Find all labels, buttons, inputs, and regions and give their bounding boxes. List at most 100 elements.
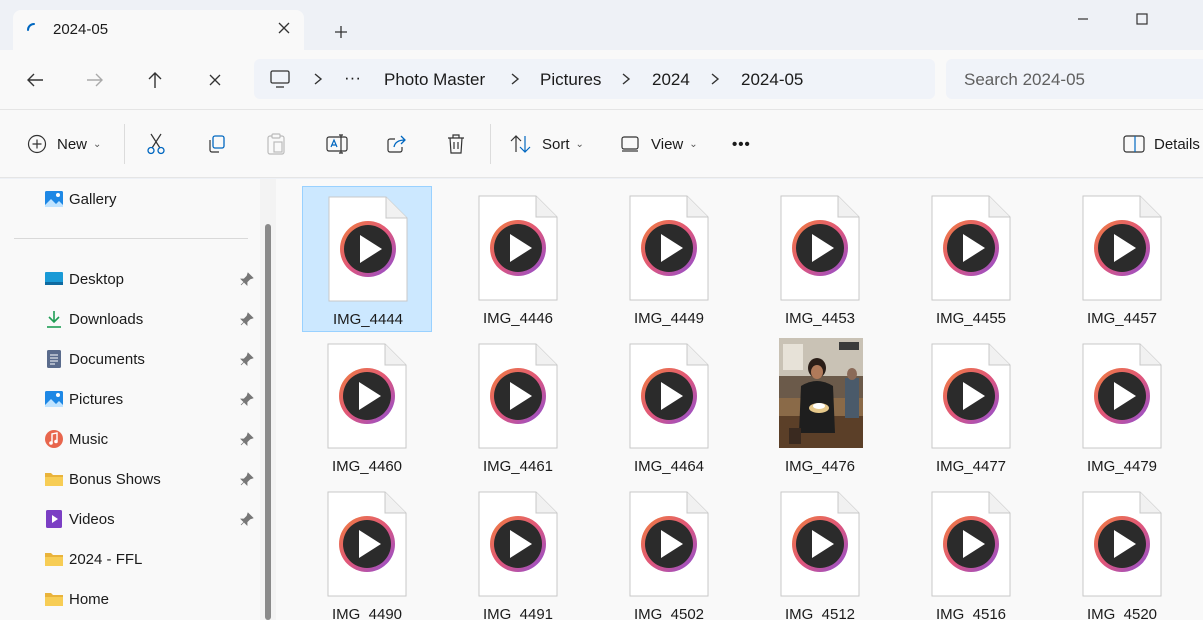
file-item[interactable]: IMG_4516 bbox=[906, 482, 1036, 620]
sidebar-item-videos[interactable]: Videos bbox=[44, 507, 115, 531]
details-button[interactable]: Details bbox=[1123, 130, 1200, 158]
video-file-icon bbox=[780, 195, 860, 301]
more-options-button[interactable]: ••• bbox=[732, 130, 751, 158]
file-item[interactable]: IMG_4479 bbox=[1057, 334, 1187, 480]
new-button[interactable]: New ⌄ bbox=[27, 130, 101, 158]
file-name: IMG_4502 bbox=[633, 606, 705, 620]
command-bar: New ⌄ Sort ⌄ View ⌄ ••• Details bbox=[0, 110, 1203, 178]
file-item[interactable]: IMG_4477 bbox=[906, 334, 1036, 480]
sidebar-item-home[interactable]: Home bbox=[44, 587, 109, 611]
document-icon bbox=[44, 349, 64, 369]
video-file-icon bbox=[629, 195, 709, 301]
back-button[interactable] bbox=[19, 64, 51, 96]
up-button[interactable] bbox=[139, 64, 171, 96]
file-item[interactable]: IMG_4449 bbox=[604, 186, 734, 332]
trash-icon bbox=[448, 134, 464, 154]
file-item[interactable]: IMG_4464 bbox=[604, 334, 734, 480]
file-name: IMG_4457 bbox=[1086, 310, 1158, 327]
file-item[interactable]: IMG_4520 bbox=[1057, 482, 1187, 620]
video-icon bbox=[44, 509, 64, 529]
music-icon bbox=[44, 429, 64, 449]
sidebar-item-bonus-shows[interactable]: Bonus Shows bbox=[44, 467, 161, 491]
file-item[interactable]: IMG_4490 bbox=[302, 482, 432, 620]
tab-title: 2024-05 bbox=[53, 21, 109, 38]
file-name: IMG_4464 bbox=[633, 458, 705, 475]
sidebar-item-downloads[interactable]: Downloads bbox=[44, 307, 143, 331]
breadcrumb-item[interactable]: Photo Master bbox=[384, 70, 485, 90]
clipboard-icon bbox=[267, 133, 285, 155]
video-file-icon bbox=[478, 343, 558, 449]
sort-button[interactable]: Sort ⌄ bbox=[510, 130, 584, 158]
new-label: New bbox=[57, 135, 88, 153]
sidebar-divider bbox=[14, 238, 248, 239]
video-file-icon bbox=[780, 491, 860, 597]
sidebar-item-2024-ffl[interactable]: 2024 - FFL bbox=[44, 547, 142, 571]
rename-button[interactable] bbox=[326, 130, 348, 158]
file-item[interactable]: IMG_4460 bbox=[302, 334, 432, 480]
view-icon bbox=[621, 136, 639, 152]
video-file-icon bbox=[1082, 343, 1162, 449]
folder-icon bbox=[44, 469, 64, 489]
stop-button[interactable] bbox=[199, 64, 231, 96]
file-name: IMG_4479 bbox=[1086, 458, 1158, 475]
sidebar-item-documents[interactable]: Documents bbox=[44, 347, 145, 371]
new-tab-button[interactable] bbox=[329, 20, 353, 44]
minimize-button[interactable] bbox=[1063, 6, 1103, 32]
address-row: ··· Photo Master Pictures 2024 2024-05 S… bbox=[0, 50, 1203, 110]
video-file-icon bbox=[931, 195, 1011, 301]
close-icon[interactable] bbox=[274, 18, 294, 38]
maximize-button[interactable] bbox=[1122, 6, 1162, 32]
pin-icon bbox=[240, 432, 254, 446]
copy-button[interactable] bbox=[206, 130, 226, 158]
file-name: IMG_4490 bbox=[331, 606, 403, 620]
address-bar[interactable]: ··· Photo Master Pictures 2024 2024-05 bbox=[254, 59, 935, 99]
share-icon bbox=[387, 135, 406, 153]
rename-icon bbox=[326, 134, 348, 154]
sidebar-item-desktop[interactable]: Desktop bbox=[44, 267, 124, 291]
file-item[interactable]: IMG_4476 bbox=[755, 334, 885, 480]
file-item[interactable]: IMG_4502 bbox=[604, 482, 734, 620]
folder-icon bbox=[44, 549, 64, 569]
file-item[interactable]: IMG_4453 bbox=[755, 186, 885, 332]
chevron-down-icon: ⌄ bbox=[93, 138, 102, 150]
file-name: IMG_4461 bbox=[482, 458, 554, 475]
file-name: IMG_4476 bbox=[784, 458, 856, 475]
desktop-icon bbox=[44, 269, 64, 289]
breadcrumb-item[interactable]: 2024 bbox=[652, 70, 690, 90]
paste-button[interactable] bbox=[266, 130, 286, 158]
breadcrumb-item-current[interactable]: 2024-05 bbox=[741, 70, 803, 90]
breadcrumb-item[interactable]: Pictures bbox=[540, 70, 601, 90]
file-item[interactable]: IMG_4491 bbox=[453, 482, 583, 620]
sidebar-item-music[interactable]: Music bbox=[44, 427, 108, 451]
view-button[interactable]: View ⌄ bbox=[621, 130, 698, 158]
sidebar-item-label: Gallery bbox=[69, 190, 117, 208]
video-file-icon bbox=[327, 491, 407, 597]
file-item[interactable]: IMG_4455 bbox=[906, 186, 1036, 332]
file-item[interactable]: IMG_4512 bbox=[755, 482, 885, 620]
file-item[interactable]: IMG_4461 bbox=[453, 334, 583, 480]
chevron-right-icon bbox=[511, 73, 520, 85]
breadcrumb-ellipsis[interactable]: ··· bbox=[344, 68, 361, 88]
sidebar-scroll-thumb[interactable] bbox=[265, 224, 271, 620]
file-name: IMG_4460 bbox=[331, 458, 403, 475]
delete-button[interactable] bbox=[446, 130, 466, 158]
toolbar-divider bbox=[124, 124, 125, 164]
file-name: IMG_4449 bbox=[633, 310, 705, 327]
close-icon bbox=[209, 74, 221, 86]
file-name: IMG_4516 bbox=[935, 606, 1007, 620]
file-item[interactable]: IMG_4446 bbox=[453, 186, 583, 332]
forward-button[interactable] bbox=[79, 64, 111, 96]
file-item[interactable]: IMG_4457 bbox=[1057, 186, 1187, 332]
sidebar-item-gallery[interactable]: Gallery bbox=[44, 187, 117, 211]
forward-arrow-icon bbox=[87, 73, 103, 87]
sidebar-item-pictures[interactable]: Pictures bbox=[44, 387, 123, 411]
tab-2024-05[interactable]: 2024-05 bbox=[13, 10, 304, 50]
share-button[interactable] bbox=[386, 130, 408, 158]
cut-button[interactable] bbox=[146, 130, 166, 158]
pin-icon bbox=[240, 272, 254, 286]
navigation-pane: Gallery Desktop Downloads Documents Pict… bbox=[0, 179, 260, 620]
search-placeholder: Search 2024-05 bbox=[964, 70, 1085, 89]
search-input[interactable]: Search 2024-05 bbox=[946, 59, 1203, 99]
file-item[interactable]: IMG_4444 bbox=[302, 186, 432, 332]
gallery-icon bbox=[44, 189, 64, 209]
